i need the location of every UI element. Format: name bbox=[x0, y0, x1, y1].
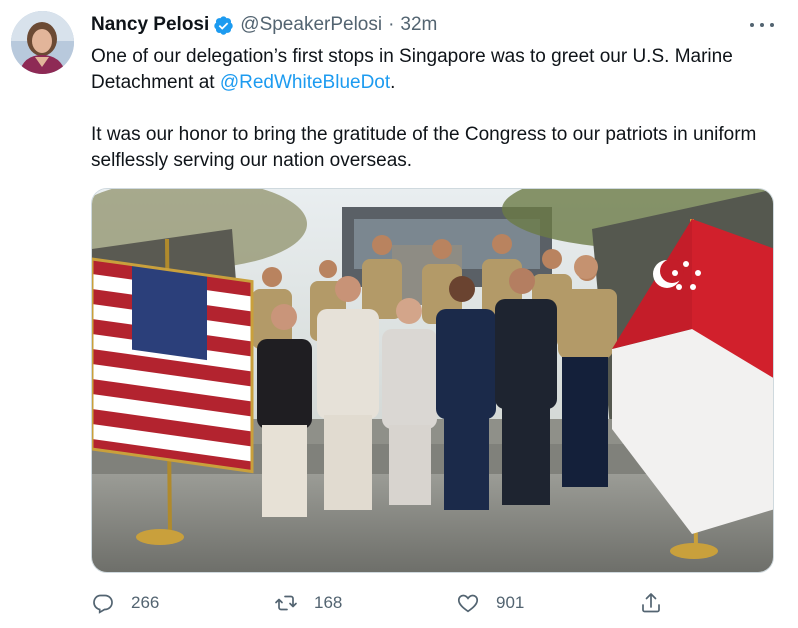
tweet-timestamp[interactable]: 32m bbox=[400, 14, 437, 36]
tweet-text-part: One of our delegation’s first stops in S… bbox=[91, 46, 733, 93]
tweet-paragraph-1: One of our delegation’s first stops in S… bbox=[91, 44, 781, 96]
share-icon bbox=[642, 593, 660, 613]
tweet-text: One of our delegation’s first stops in S… bbox=[91, 44, 781, 174]
author-handle[interactable]: @SpeakerPelosi bbox=[240, 14, 382, 36]
tweet-actions: 266 168 901 bbox=[91, 588, 691, 618]
like-count: 901 bbox=[496, 593, 525, 612]
separator-dot: · bbox=[388, 14, 395, 35]
tweet-paragraph-2: It was our honor to bring the gratitude … bbox=[91, 124, 757, 171]
verified-badge-icon bbox=[213, 15, 234, 36]
tweet: Nancy Pelosi @SpeakerPelosi · 32m One of… bbox=[0, 0, 798, 628]
like-button[interactable]: 901 bbox=[456, 588, 524, 618]
avatar[interactable] bbox=[11, 11, 74, 74]
tweet-photo[interactable] bbox=[91, 188, 774, 573]
reply-icon bbox=[93, 594, 113, 614]
retweet-count: 168 bbox=[314, 593, 343, 612]
retweet-icon bbox=[275, 595, 297, 611]
more-options-icon[interactable] bbox=[750, 15, 774, 35]
mention-link[interactable]: @RedWhiteBlueDot bbox=[220, 72, 390, 93]
more-dot bbox=[770, 23, 774, 27]
share-button[interactable] bbox=[639, 588, 663, 618]
author-name[interactable]: Nancy Pelosi bbox=[91, 14, 209, 36]
retweet-button[interactable]: 168 bbox=[274, 588, 342, 618]
tweet-text-part: . bbox=[390, 72, 396, 93]
more-dot bbox=[760, 23, 764, 27]
reply-button[interactable]: 266 bbox=[91, 588, 159, 618]
reply-count: 266 bbox=[131, 593, 160, 612]
more-dot bbox=[750, 23, 754, 27]
like-icon bbox=[457, 594, 479, 613]
tweet-header: Nancy Pelosi @SpeakerPelosi · 32m bbox=[91, 13, 437, 37]
